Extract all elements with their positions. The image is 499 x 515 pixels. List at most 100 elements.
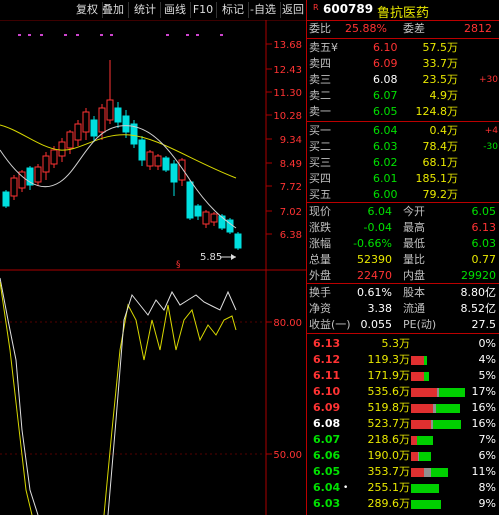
order-label: 卖五¥ [309, 41, 338, 54]
order-label: 买四 [309, 172, 331, 185]
toolbar-button-3[interactable]: 画线 [160, 2, 191, 18]
toolbar-button-2[interactable]: 统计 [130, 2, 161, 18]
fund-value: 0.055 [360, 318, 393, 331]
fund-label: 流通 [403, 302, 425, 315]
marker-dot [100, 34, 103, 36]
stock-title-bar: R 600789 鲁抗医药 [307, 0, 499, 21]
order-price: 6.08 [373, 73, 398, 86]
dist-bar-green [411, 500, 441, 509]
fund-value: 8.80亿 [460, 286, 497, 299]
kline-chart[interactable]: 13.68 12.43 11.30 10.28 9.34 8.49 7.72 7.02 6.38… [0, 20, 306, 515]
quote-row: 总量 52390 量比 0.77 [307, 253, 499, 267]
quote-label: 内盘 [403, 269, 425, 282]
dist-bar-red [411, 452, 418, 461]
quote-label: 现价 [309, 205, 331, 218]
dist-bar-green [424, 372, 429, 381]
candle-body [210, 213, 218, 223]
marker-dot [110, 34, 113, 36]
candle-body [10, 177, 18, 197]
indicator-yellow-line [0, 281, 33, 515]
quote-label: 涨幅 [309, 237, 331, 250]
dist-bar-green [424, 356, 427, 365]
price-distribution-row: 6.03 289.6万 9% [307, 497, 499, 511]
fundamentals-row: 换手 0.61% 股本 8.80亿 [307, 286, 499, 300]
toolbar-button-5[interactable]: 标记 [218, 2, 249, 18]
stock-name: 鲁抗医药 [377, 6, 430, 21]
price-distribution-row: 6.11 171.9万 5% [307, 369, 499, 383]
order-price: 6.09 [373, 57, 398, 70]
dist-price: 6.08 [313, 417, 341, 430]
toolbar-button-6[interactable]: -自选 [246, 2, 281, 18]
dist-price: 6.11 [313, 369, 341, 382]
indicator-tick-label: 50.00 [273, 450, 302, 461]
order-volume: 57.5万 [422, 41, 459, 54]
quote-value: 6.05 [471, 205, 497, 218]
toolbar-button-7[interactable]: 返回 [278, 2, 309, 18]
price-distribution-row: 6.05 353.7万 11% [307, 465, 499, 479]
candle-body [34, 166, 42, 183]
dist-bar-red [411, 420, 431, 429]
dist-bar-gray [424, 468, 431, 477]
quote-value: -0.66% [353, 237, 392, 250]
order-volume: 79.2万 [422, 188, 459, 201]
quote-row: 涨幅 -0.66% 最低 6.03 [307, 237, 499, 251]
toolbar-button-1[interactable]: 叠加 [98, 2, 129, 18]
quote-label: 外盘 [309, 269, 331, 282]
candle-body [58, 141, 66, 157]
price-distribution-row: 6.12 119.3万 4% [307, 353, 499, 367]
candle-body [66, 131, 74, 149]
buy-order-row: 买四 6.01 185.1万 [307, 172, 499, 186]
quote-row: 现价 6.04 今开 6.05 [307, 205, 499, 219]
sell-order-row: 卖三 6.08 23.5万 +30 [307, 73, 499, 87]
candle-body [2, 191, 10, 207]
quote-label: 最低 [403, 237, 425, 250]
candle-body [146, 151, 154, 167]
price-tick-label: 12.43 [273, 65, 302, 76]
order-label: 卖二 [309, 89, 331, 102]
order-label: 买二 [309, 140, 331, 153]
candle-body [50, 149, 58, 165]
dist-bar-green [439, 388, 465, 397]
dist-bar-green [419, 452, 431, 461]
dist-price: 6.03 [313, 497, 341, 510]
dist-volume: 119.3万 [367, 353, 411, 366]
quote-value: 52390 [357, 253, 392, 266]
price-tick-label: 10.28 [273, 111, 302, 122]
quote-row: 外盘 22470 内盘 29920 [307, 269, 499, 283]
fund-label: 净资 [309, 302, 331, 315]
order-change: +4 [484, 126, 498, 136]
quote-value: 6.04 [367, 205, 393, 218]
marker-dot [40, 34, 43, 36]
dist-bar-red [411, 468, 424, 477]
committee-ratio-label: 委比 [309, 22, 331, 35]
price-tick-label: 11.30 [273, 88, 302, 99]
marker-dot [166, 34, 169, 36]
order-volume: 33.7万 [422, 57, 459, 70]
dist-volume: 523.7万 [367, 417, 411, 430]
dist-bar-green [431, 468, 448, 477]
order-label: 卖四 [309, 57, 331, 70]
dist-bar-green [417, 436, 433, 445]
dist-bar-red [411, 388, 437, 397]
dist-volume: 289.6万 [367, 497, 411, 510]
toolbar-button-4[interactable]: F10 [190, 2, 217, 18]
candle-body [90, 119, 98, 137]
dist-pct: 9% [478, 497, 496, 510]
order-price: 6.02 [373, 156, 398, 169]
candle-body [42, 155, 50, 173]
order-label: 买五 [309, 188, 331, 201]
dist-bar-green [436, 404, 460, 413]
committee-row: 委比 25.88% 委差 2812 [307, 22, 499, 36]
fund-value: 27.5 [471, 318, 497, 331]
candle-body [138, 139, 146, 161]
candle-body [234, 233, 242, 249]
order-change: +30 [479, 75, 498, 85]
order-price: 6.01 [373, 172, 398, 185]
quote-label: 涨跌 [309, 221, 331, 234]
order-label: 卖一 [309, 105, 331, 118]
dist-pct: 16% [471, 401, 496, 414]
fund-value: 8.52亿 [460, 302, 497, 315]
marker-dot [18, 34, 21, 36]
marker-dot [196, 34, 199, 36]
order-volume: 185.1万 [415, 172, 459, 185]
